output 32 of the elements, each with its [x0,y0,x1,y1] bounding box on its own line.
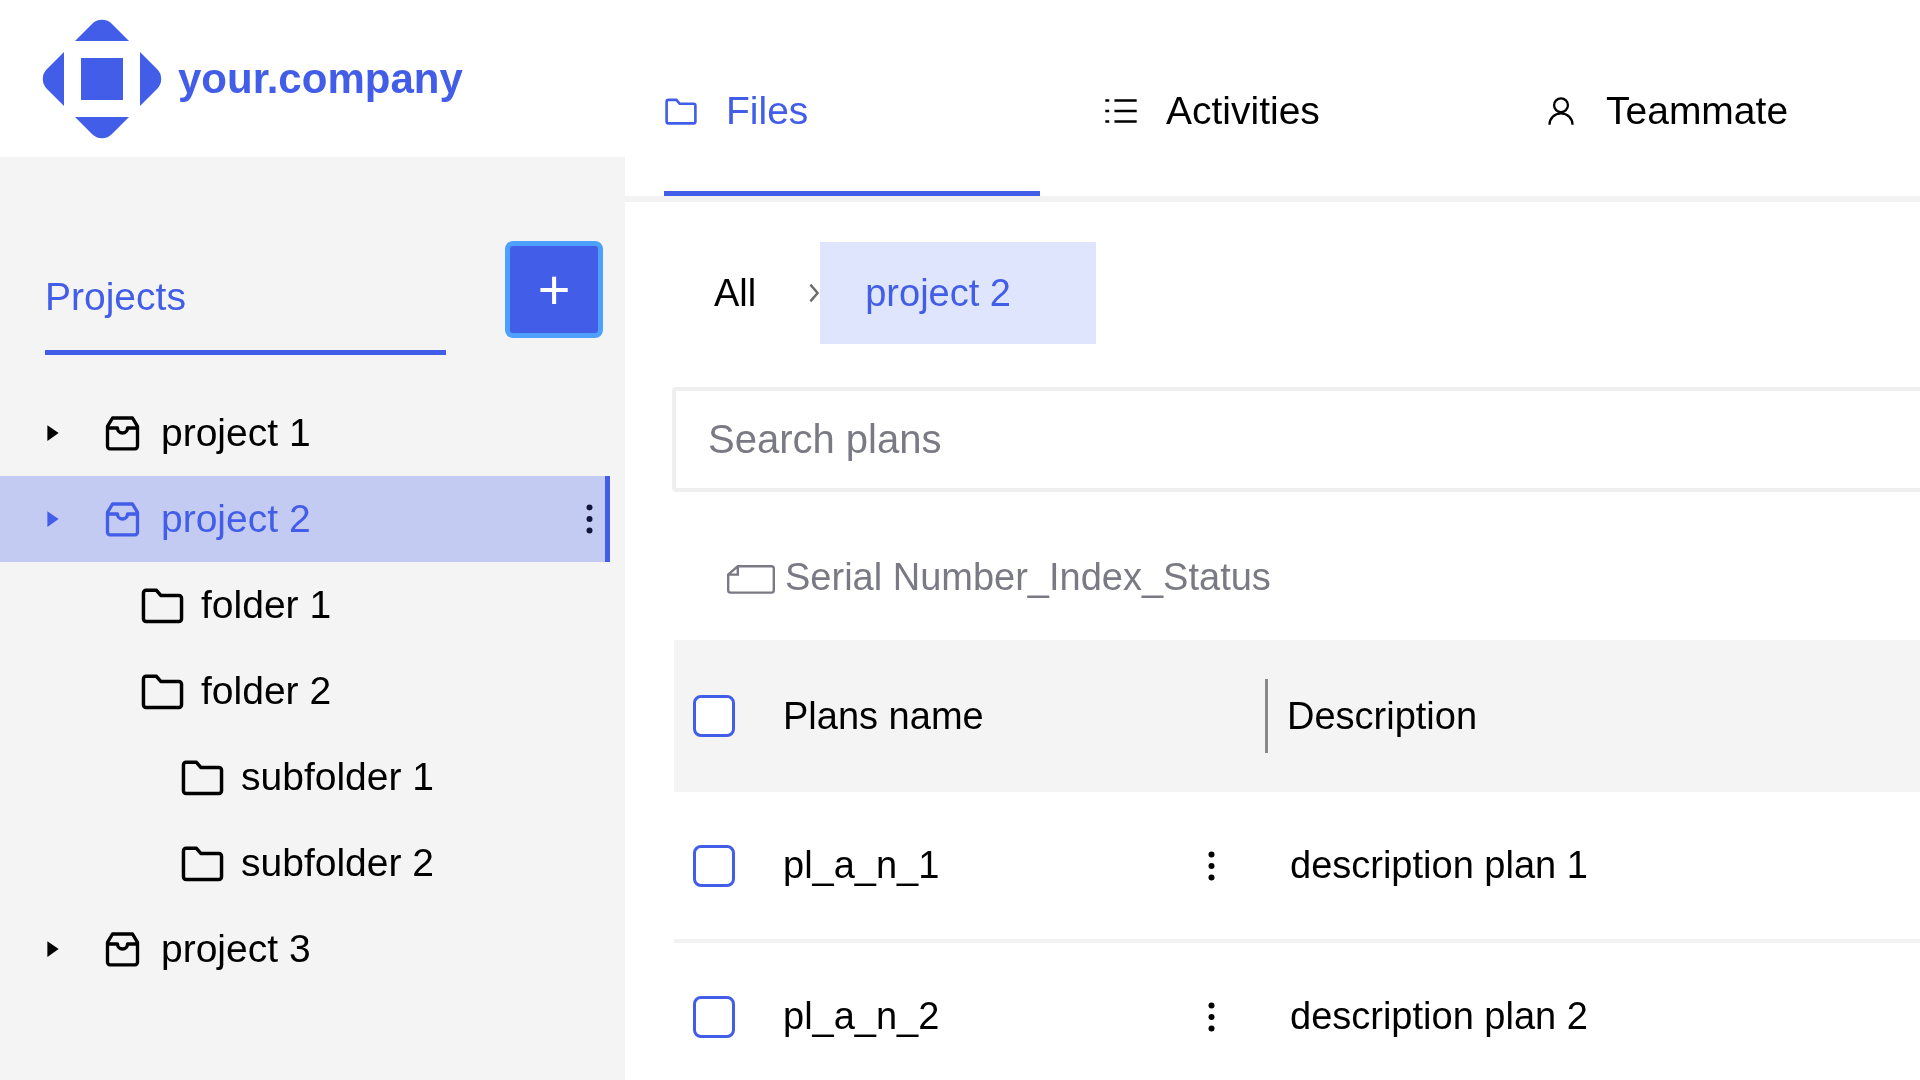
more-icon[interactable] [1208,850,1215,881]
tab[interactable]: Activities [1104,0,1480,196]
column-header: Description [1287,694,1478,738]
logo-text: your.company [178,54,463,103]
table-cell: pl_a_n_2 [783,995,940,1038]
caret-icon[interactable] [46,424,60,442]
chevron-icon [808,282,821,304]
tree-item[interactable]: project 1 [0,390,610,476]
more-icon[interactable] [1208,1001,1215,1032]
table-cell: pl_a_n_1 [783,844,940,887]
column-header: Plans name [783,694,984,738]
tab[interactable]: Teammate [1544,0,1920,196]
tree-item[interactable]: subfolder 1 [0,734,610,820]
checkbox[interactable] [693,995,735,1038]
tree-item[interactable]: folder 1 [0,562,610,648]
more-icon[interactable] [586,504,593,534]
tree-item[interactable]: project 3 [0,906,610,992]
group-label: Serial Number_Index_Status [785,555,1271,599]
tree-item[interactable]: subfolder 2 [0,820,610,906]
table-cell: description plan 1 [1290,844,1588,887]
logo-icon [42,18,162,139]
add-button[interactable]: + [505,241,603,338]
checkbox[interactable] [693,844,735,887]
breadcrumb-item[interactable]: All [672,242,799,344]
table-cell: description plan 2 [1290,995,1588,1038]
breadcrumb-item[interactable]: project 2 [820,242,1096,344]
search-field[interactable]: Search plans [672,387,1920,492]
tab[interactable]: Files [664,0,1040,196]
tree-item[interactable]: folder 2 [0,648,610,734]
sidebar-title: Projects [45,274,446,355]
caret-icon[interactable] [46,940,60,958]
checkbox[interactable] [693,695,735,737]
